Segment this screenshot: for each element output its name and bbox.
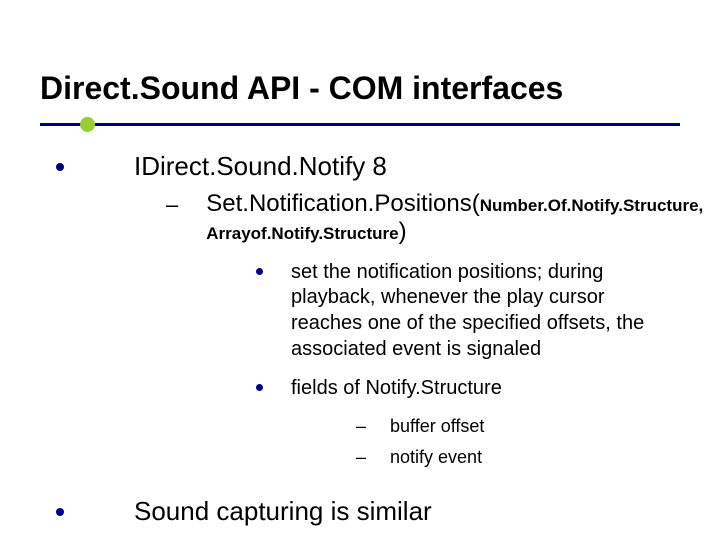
slide: Direct.Sound API - COM interfaces IDirec…: [0, 0, 720, 540]
method-signature: Set.Notification.Positions(Number.Of.Not…: [206, 190, 703, 246]
slide-content: IDirect.Sound.Notify 8 – Set.Notificatio…: [40, 151, 680, 527]
dash-icon: –: [356, 447, 366, 468]
field-buffer-offset: buffer offset: [390, 416, 484, 437]
bullet-icon: [256, 384, 263, 391]
bullet-level4: – buffer offset: [356, 416, 680, 437]
title-rule-dot: [80, 117, 95, 132]
method-name: Set.Notification.Positions(: [206, 190, 479, 217]
interface-name: IDirect.Sound.Notify 8: [134, 151, 387, 182]
bullet-level4: – notify event: [356, 447, 680, 468]
slide-title: Direct.Sound API - COM interfaces: [40, 70, 680, 107]
dash-icon: –: [356, 416, 366, 437]
title-separator: [40, 113, 680, 141]
bullet-level2: – Set.Notification.Positions(Number.Of.N…: [166, 190, 680, 246]
bullet-level1: Sound capturing is similar: [56, 496, 680, 527]
method-description: set the notification positions; during p…: [291, 260, 680, 362]
method-arg2: Arrayof.Notify.Structure: [206, 224, 398, 243]
bullet-icon: [56, 163, 64, 171]
bullet-icon: [56, 508, 64, 516]
bullet-level1: IDirect.Sound.Notify 8: [56, 151, 680, 182]
bullet-level3: set the notification positions; during p…: [256, 260, 680, 362]
bullet-level3: fields of Notify.Structure: [256, 376, 680, 402]
field-notify-event: notify event: [390, 447, 482, 468]
closing-remark: Sound capturing is similar: [134, 496, 432, 527]
method-arg1: Number.Of.Notify.Structure,: [480, 196, 704, 215]
fields-heading: fields of Notify.Structure: [291, 376, 502, 402]
method-close: ): [399, 218, 407, 245]
bullet-icon: [256, 268, 263, 275]
dash-icon: –: [166, 190, 178, 220]
title-rule-line: [40, 123, 680, 126]
